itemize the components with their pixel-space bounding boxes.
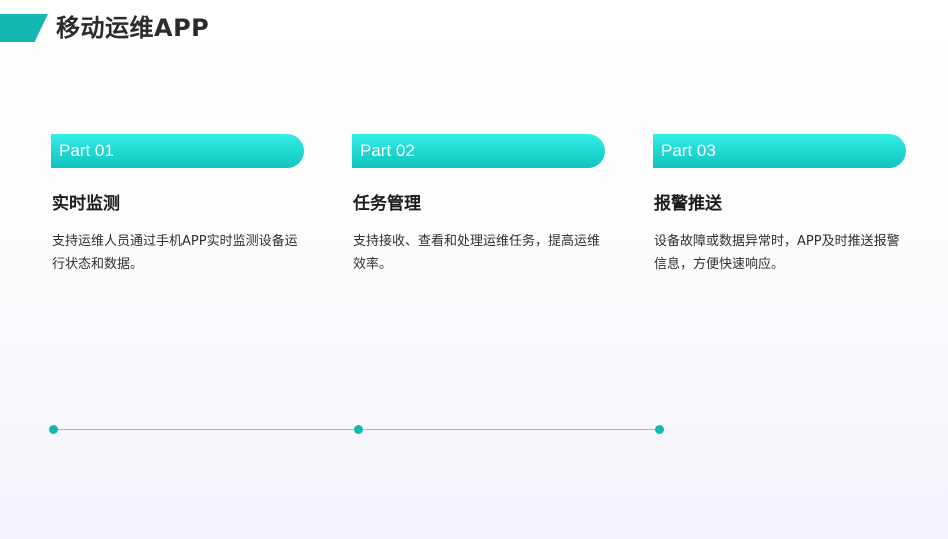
timeline-dot [655,425,664,434]
card-part-01: Part 01 实时监测 支持运维人员通过手机APP实时监测设备运行状态和数据。 [51,134,305,276]
card-title: 报警推送 [654,194,722,214]
card-part-02: Part 02 任务管理 支持接收、查看和处理运维任务，提高运维效率。 [352,134,606,276]
page-title: 移动运维APP [56,14,210,42]
part-label-badge: Part 01 [51,134,304,168]
card-title: 实时监测 [52,194,120,214]
card-part-03: Part 03 报警推送 设备故障或数据异常时，APP及时推送报警信息，方便快速… [653,134,907,276]
card-description: 支持接收、查看和处理运维任务，提高运维效率。 [353,234,601,272]
card-description: 支持运维人员通过手机APP实时监测设备运行状态和数据。 [52,234,298,272]
card-description: 设备故障或数据异常时，APP及时推送报警信息，方便快速响应。 [654,234,900,272]
part-label-badge: Part 02 [352,134,605,168]
card-title: 任务管理 [353,194,421,214]
timeline-dot [354,425,363,434]
timeline-dot [49,425,58,434]
title-accent-bar [0,14,48,42]
part-label-badge: Part 03 [653,134,906,168]
